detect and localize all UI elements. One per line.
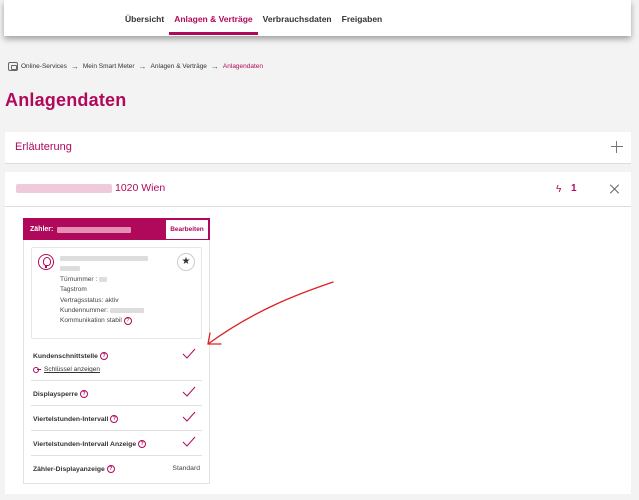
redacted-meter-id (57, 226, 132, 233)
feature-name: Kundenschnittstelle? (33, 352, 108, 360)
arrow-right-icon: → (70, 62, 79, 71)
page-title: Anlagendaten (5, 90, 127, 110)
contract-status: Vertragsstatus: aktiv (60, 296, 119, 304)
help-icon[interactable]: ? (79, 390, 88, 398)
breadcrumb-anlagen-vertraege[interactable]: Anlagen & Verträge (151, 63, 207, 70)
lightning-icon: ϟ (556, 184, 562, 195)
favorite-star-button[interactable]: ★ (177, 253, 195, 271)
feature-name: Zähler-Displayanzeige? (33, 465, 115, 473)
arrow-right-icon: → (210, 62, 219, 71)
address-city: 1020 Wien (115, 182, 166, 194)
feature-list: Kundenschnittstelle? Schlüssel anzeigen … (31, 343, 202, 481)
meter-details: Türnummer : Tagstrom Vertragsstatus: akt… (60, 254, 148, 327)
nav-freigaben[interactable]: Freigaben (337, 14, 388, 35)
help-icon[interactable]: ? (110, 415, 119, 423)
meter-box: Zähler: Bearbeiten ★ Türnummer : Tagstro… (23, 218, 210, 484)
customer-number-label: Kundennummer: (60, 307, 109, 315)
main-nav: Übersicht Anlagen & Verträge Verbrauchsd… (120, 14, 387, 35)
redacted-floor (60, 266, 80, 272)
check-icon (182, 436, 196, 447)
edit-button[interactable]: Bearbeiten (165, 219, 209, 240)
feature-label: Viertelstunden-Intervall (33, 415, 109, 423)
close-icon[interactable] (610, 184, 620, 194)
explanation-title: Erläuterung (15, 141, 72, 153)
meter-label: Zähler: (30, 226, 132, 233)
help-icon[interactable]: ? (99, 352, 108, 360)
arrow-right-icon: → (138, 62, 147, 71)
feature-row-viertelstunden: Viertelstunden-Intervall? (31, 406, 202, 431)
check-icon (182, 386, 196, 397)
installation-card: 1020 Wien ϟ 1 Zähler: Bearbeiten ★ Türnu… (5, 172, 631, 494)
meter-count: 1 (571, 183, 577, 194)
redacted-customer-number (109, 307, 144, 313)
key-icon (33, 367, 41, 373)
plus-icon[interactable] (611, 141, 623, 153)
meter-info-card: ★ Türnummer : Tagstrom Vertragsstatus: a… (31, 247, 202, 339)
installation-address: 1020 Wien (16, 182, 165, 194)
feature-label: Displaysperre (33, 390, 78, 398)
explanation-accordion[interactable]: Erläuterung (5, 132, 631, 164)
customer-number: Kundennummer: (60, 306, 148, 316)
feature-label: Viertelstunden-Intervall Anzeige (33, 440, 137, 448)
feature-name: Displaysperre? (33, 390, 88, 398)
tariff: Tagstrom (60, 286, 87, 294)
door-number: Türnummer : (60, 275, 148, 285)
top-navigation-bar: Übersicht Anlagen & Verträge Verbrauchsd… (4, 0, 631, 36)
help-icon[interactable]: ? (123, 316, 132, 325)
breadcrumb: Online-Services → Mein Smart Meter → Anl… (8, 62, 263, 71)
nav-uebersicht[interactable]: Übersicht (120, 14, 169, 35)
nav-verbrauchsdaten[interactable]: Verbrauchsdaten (258, 14, 337, 35)
divider (5, 206, 631, 207)
meter-label-text: Zähler: (30, 226, 54, 233)
meter-header: Zähler: Bearbeiten (23, 218, 210, 240)
check-icon (182, 411, 196, 422)
feature-name: Viertelstunden-Intervall? (33, 415, 119, 423)
redacted-door (99, 276, 108, 282)
feature-row-displayanzeige: Zähler-Displayanzeige? Standard (31, 456, 202, 481)
redacted-street (16, 183, 112, 193)
feature-label: Kundenschnittstelle (33, 352, 98, 360)
lightbulb-icon (38, 254, 54, 270)
feature-row-displaysperre: Displaysperre? (31, 381, 202, 406)
redacted-meter-point (60, 255, 148, 261)
check-icon (182, 348, 196, 359)
show-key-link[interactable]: Schlüssel anzeigen (33, 366, 100, 373)
help-icon[interactable]: ? (138, 440, 147, 448)
feature-label: Zähler-Displayanzeige (33, 465, 105, 473)
feature-row-viertelstunden-anzeige: Viertelstunden-Intervall Anzeige? (31, 431, 202, 456)
breadcrumb-smart-meter[interactable]: Mein Smart Meter (83, 63, 135, 70)
show-key-label: Schlüssel anzeigen (44, 366, 101, 373)
feature-row-kundenschnittstelle: Kundenschnittstelle? Schlüssel anzeigen (31, 343, 202, 381)
help-icon[interactable]: ? (106, 465, 115, 473)
nav-anlagen-vertraege[interactable]: Anlagen & Verträge (169, 14, 258, 35)
breadcrumb-current: Anlagendaten (222, 63, 264, 70)
communication-status: Kommunikation stabil? (60, 316, 148, 326)
monitor-icon (8, 62, 18, 71)
breadcrumb-online-services[interactable]: Online-Services (21, 63, 67, 70)
communication-label: Kommunikation stabil (60, 317, 122, 325)
feature-value: Standard (172, 465, 200, 472)
feature-name: Viertelstunden-Intervall Anzeige? (33, 440, 147, 448)
door-number-label: Türnummer : (60, 275, 98, 283)
